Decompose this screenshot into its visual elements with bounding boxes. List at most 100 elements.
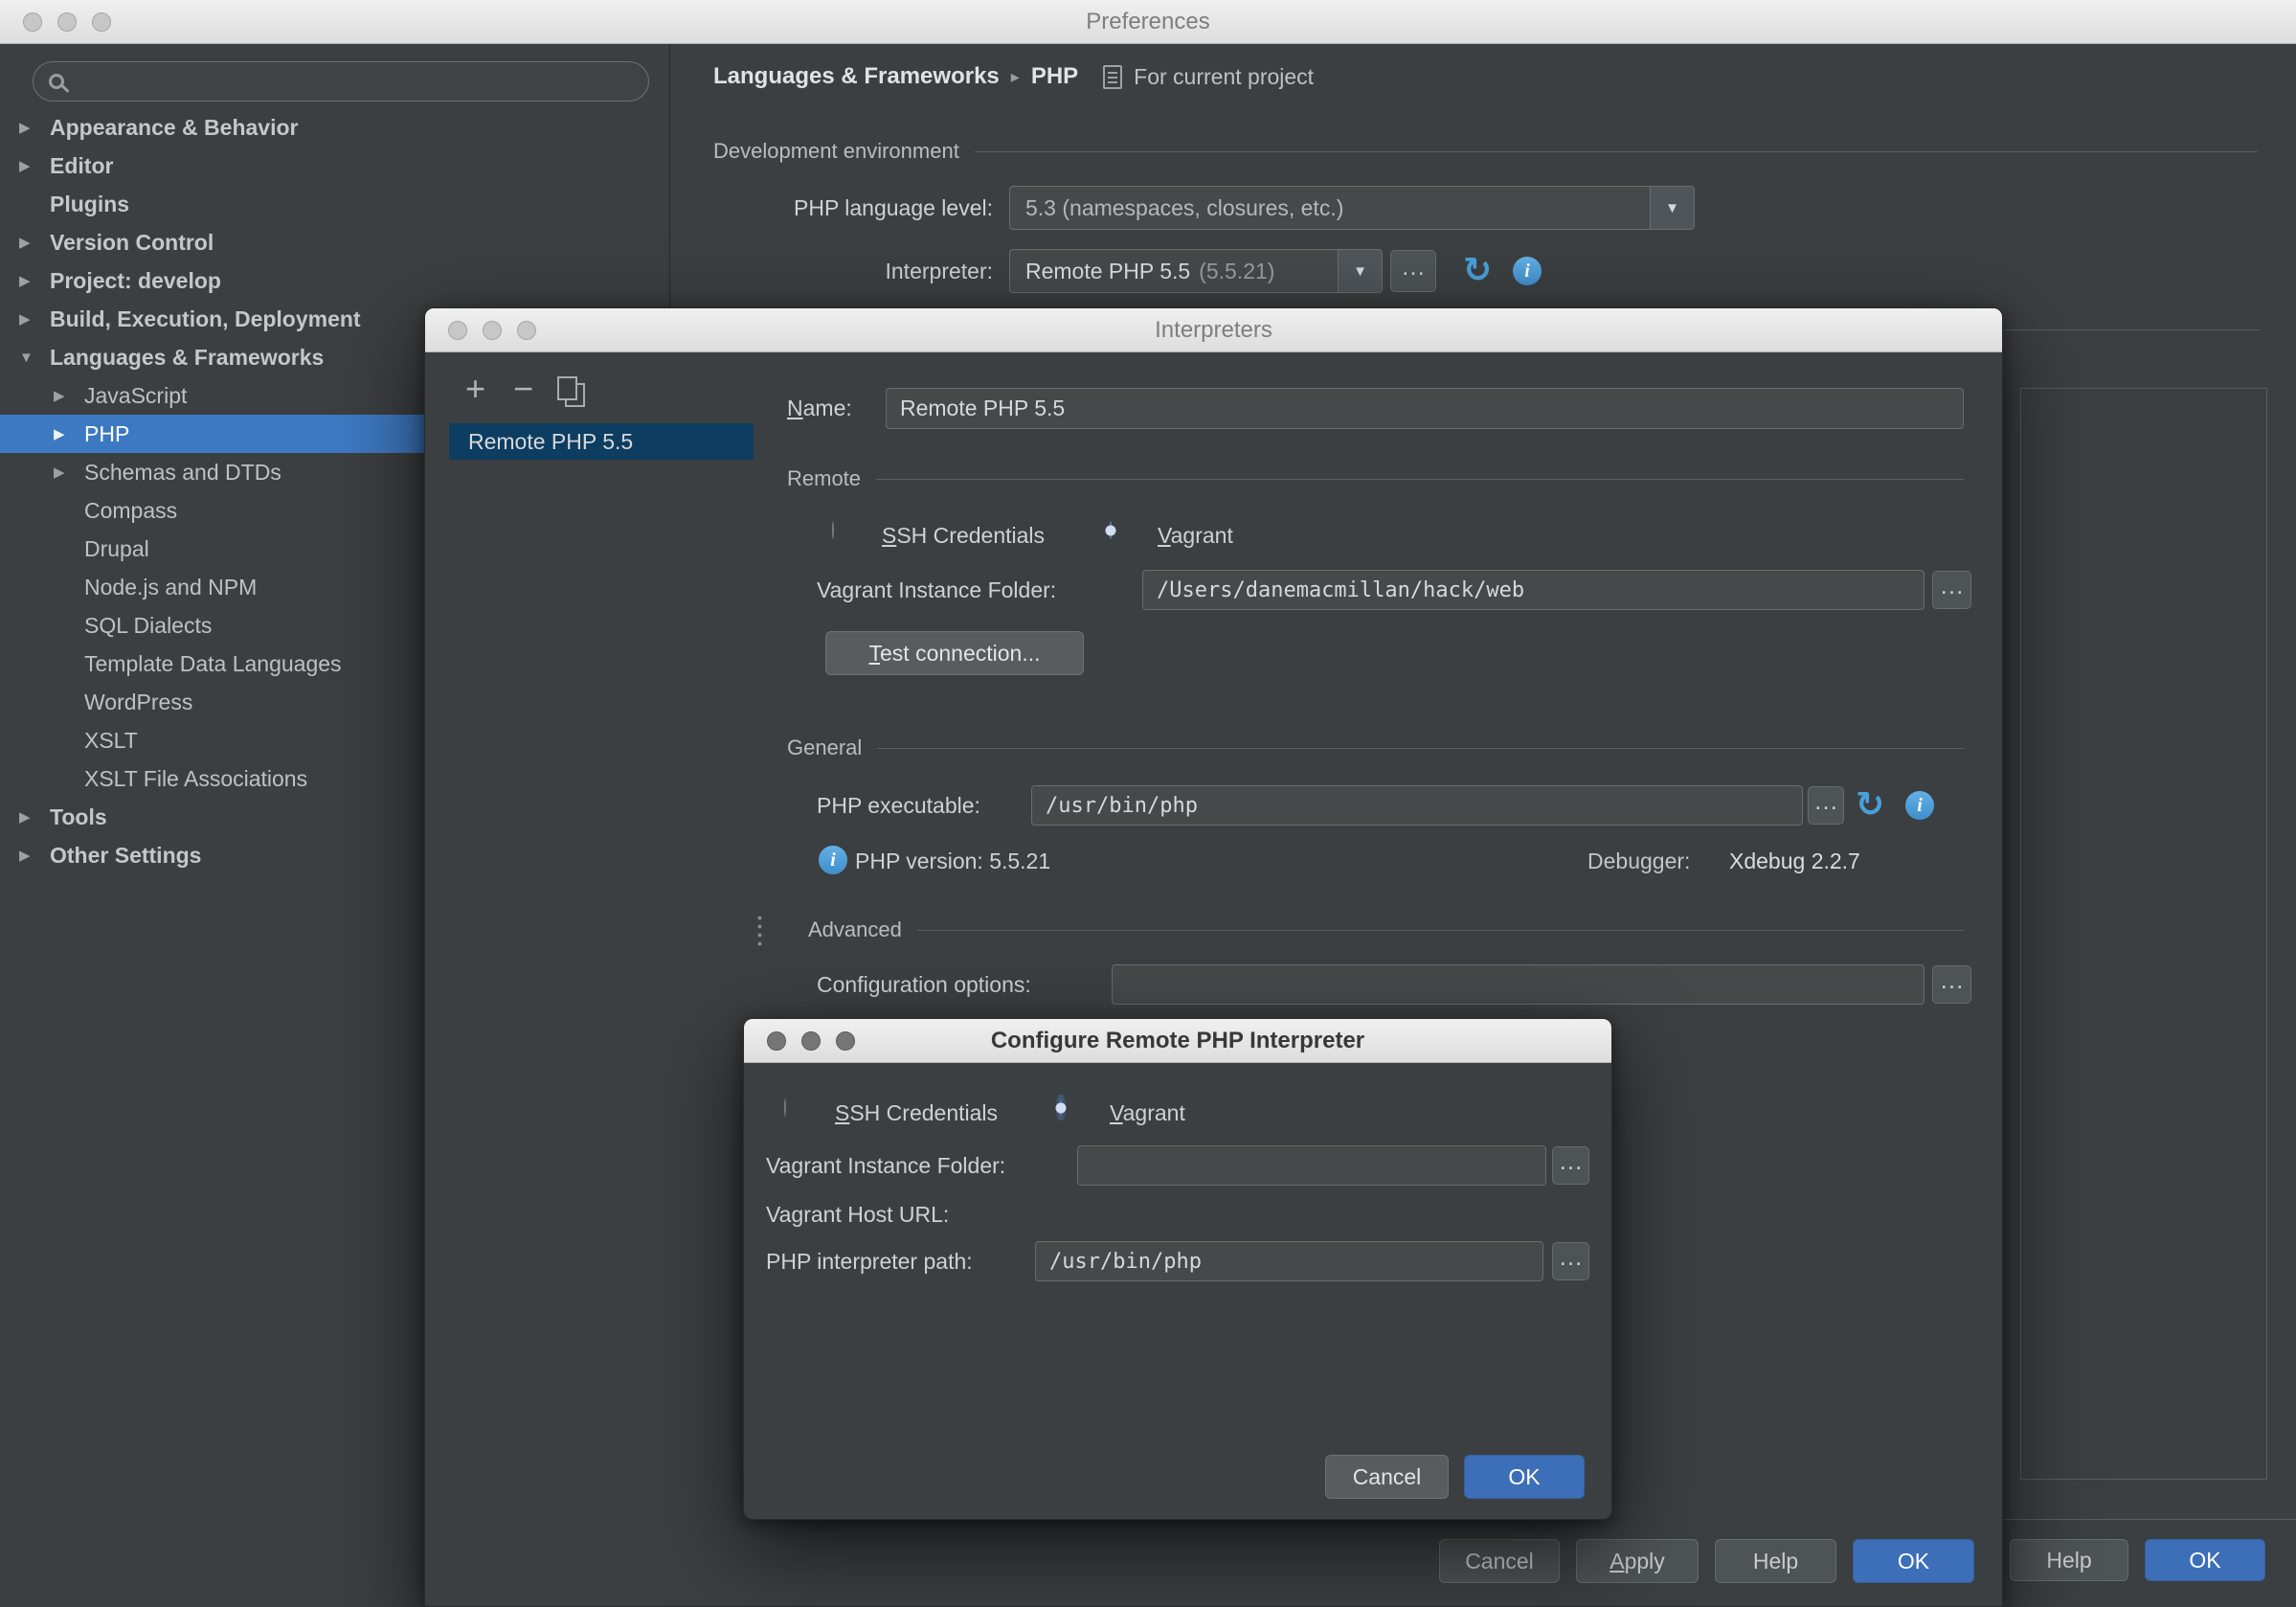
- php-executable-input[interactable]: /usr/bin/php: [1031, 785, 1803, 826]
- minimize-button[interactable]: [801, 1031, 821, 1051]
- test-connection-button[interactable]: Test connection...: [825, 631, 1084, 675]
- reload-php-info-icon[interactable]: ↻: [1856, 787, 1884, 822]
- configure-ok-button[interactable]: OK: [1464, 1455, 1585, 1499]
- name-input[interactable]: Remote PHP 5.5: [886, 388, 1964, 429]
- interpreter-select[interactable]: Remote PHP 5.5 (5.5.21) ▼: [1009, 249, 1383, 293]
- vagrant-radio[interactable]: [1110, 521, 1112, 539]
- sidebar-item-label: XSLT File Associations: [84, 766, 307, 792]
- vagrant-folder-input[interactable]: [1077, 1145, 1546, 1186]
- config-options-browse-button[interactable]: …: [1932, 965, 1971, 1004]
- interpreters-titlebar: Interpreters: [425, 308, 2002, 352]
- ssh-credentials-radio[interactable]: [832, 521, 834, 539]
- debugger-value: Xdebug 2.2.7: [1729, 847, 1860, 875]
- chevron-right-icon[interactable]: ▶: [54, 387, 84, 404]
- ellipsis-icon: …: [1559, 1242, 1584, 1272]
- language-level-select[interactable]: 5.3 (namespaces, closures, etc.) ▼: [1009, 186, 1695, 230]
- background-footer-line: [2003, 1519, 2296, 1520]
- config-options-input[interactable]: [1112, 964, 1925, 1005]
- interpreters-ok-button[interactable]: OK: [1853, 1539, 1974, 1583]
- ssh-credentials-label[interactable]: SSH Credentials: [835, 1100, 998, 1126]
- zoom-button[interactable]: [836, 1031, 855, 1051]
- general-section-label: General: [787, 736, 862, 760]
- general-section-header: General: [787, 736, 1964, 760]
- sidebar-item-editor[interactable]: ▶Editor: [0, 147, 669, 185]
- chevron-down-icon[interactable]: ▼: [1650, 187, 1694, 229]
- interpreters-cancel-button[interactable]: Cancel: [1439, 1539, 1560, 1583]
- interpreter-info-icon[interactable]: i: [1513, 257, 1542, 285]
- php-interpreter-path-input[interactable]: /usr/bin/php: [1035, 1241, 1543, 1281]
- chevron-right-icon[interactable]: ▶: [19, 808, 50, 826]
- chevron-right-icon[interactable]: ▶: [54, 464, 84, 481]
- screen: Preferences ▶Appearance & Behavior▶Edito…: [0, 0, 2296, 1607]
- chevron-right-icon[interactable]: ▶: [54, 425, 84, 442]
- sidebar-item-version-control[interactable]: ▶Version Control: [0, 223, 669, 261]
- php-version-info-icon[interactable]: i: [819, 846, 847, 874]
- zoom-button[interactable]: [92, 12, 111, 32]
- ellipsis-icon: …: [1559, 1146, 1584, 1176]
- chevron-right-icon[interactable]: ▶: [19, 310, 50, 328]
- close-button[interactable]: [448, 321, 467, 340]
- debugger-label: Debugger:: [1587, 847, 1690, 875]
- sidebar-item-plugins[interactable]: Plugins: [0, 185, 669, 223]
- sidebar-item-label: WordPress: [84, 690, 192, 715]
- project-scope-icon: [1103, 65, 1122, 89]
- sidebar-item-label: Editor: [50, 153, 113, 179]
- sidebar-item-label: Template Data Languages: [84, 651, 342, 677]
- chevron-right-icon[interactable]: ▶: [19, 234, 50, 251]
- remote-section-header: Remote: [787, 466, 1964, 491]
- vagrant-folder-label: Vagrant Instance Folder:: [817, 570, 1056, 610]
- ssh-credentials-label[interactable]: SSH Credentials: [882, 523, 1045, 549]
- zoom-button[interactable]: [517, 321, 536, 340]
- vagrant-folder-browse-button[interactable]: …: [1552, 1146, 1589, 1185]
- sidebar-item-label: Project: develop: [50, 268, 221, 294]
- breadcrumb: Languages & Frameworks ▸ PHP For current…: [713, 57, 1314, 97]
- main-help-button[interactable]: Help: [2010, 1539, 2128, 1581]
- configure-titlebar: Configure Remote PHP Interpreter: [744, 1019, 1611, 1063]
- chevron-down-icon[interactable]: ▼: [1338, 250, 1382, 292]
- sidebar-item-label: JavaScript: [84, 383, 187, 409]
- php-version-text: PHP version: 5.5.21: [855, 847, 1050, 875]
- search-box[interactable]: [33, 61, 649, 102]
- minimize-button[interactable]: [57, 12, 77, 32]
- sidebar-item-appearance-behavior[interactable]: ▶Appearance & Behavior: [0, 108, 669, 147]
- chevron-right-icon[interactable]: ▶: [19, 272, 50, 289]
- minimize-button[interactable]: [483, 321, 502, 340]
- breadcrumb-page: PHP: [1031, 63, 1078, 90]
- add-interpreter-icon[interactable]: +: [465, 372, 485, 406]
- search-input[interactable]: [64, 69, 648, 94]
- main-titlebar: Preferences: [0, 0, 2296, 44]
- interpreters-apply-button[interactable]: Apply: [1576, 1539, 1699, 1583]
- chevron-down-icon[interactable]: ▼: [19, 350, 50, 366]
- vagrant-folder-input[interactable]: /Users/danemacmillan/hack/web: [1142, 570, 1925, 610]
- configure-cancel-button[interactable]: Cancel: [1325, 1455, 1449, 1499]
- php-executable-browse-button[interactable]: …: [1808, 786, 1844, 825]
- name-label: Name:: [787, 388, 852, 429]
- interpreter-list-item[interactable]: Remote PHP 5.5: [449, 423, 754, 460]
- chevron-right-icon[interactable]: ▶: [19, 847, 50, 864]
- vagrant-label[interactable]: Vagrant: [1158, 523, 1233, 549]
- chevron-right-icon[interactable]: ▶: [19, 119, 50, 136]
- breadcrumb-section[interactable]: Languages & Frameworks: [713, 63, 1000, 90]
- ellipsis-icon: …: [1813, 786, 1838, 816]
- sidebar-item-label: Build, Execution, Deployment: [50, 306, 361, 332]
- vagrant-folder-browse-button[interactable]: …: [1932, 571, 1971, 609]
- vagrant-radio[interactable]: [1060, 1098, 1062, 1117]
- drag-handle-icon[interactable]: [755, 914, 764, 948]
- php-executable-info-icon[interactable]: i: [1905, 791, 1934, 820]
- interpreters-help-button[interactable]: Help: [1715, 1539, 1836, 1583]
- chevron-right-icon[interactable]: ▶: [19, 157, 50, 174]
- advanced-section-line: [917, 930, 1964, 931]
- close-button[interactable]: [767, 1031, 786, 1051]
- php-interpreter-path-browse-button[interactable]: …: [1552, 1242, 1589, 1280]
- remove-interpreter-icon[interactable]: −: [513, 372, 533, 406]
- ssh-credentials-radio[interactable]: [784, 1098, 786, 1117]
- vagrant-label[interactable]: Vagrant: [1110, 1100, 1185, 1126]
- sidebar-item-label: XSLT: [84, 728, 138, 754]
- close-button[interactable]: [23, 12, 42, 32]
- sidebar-item-project-develop[interactable]: ▶Project: develop: [0, 261, 669, 300]
- main-ok-button[interactable]: OK: [2145, 1539, 2265, 1581]
- interpreter-browse-button[interactable]: …: [1390, 250, 1436, 292]
- interpreters-dialog-title: Interpreters: [1155, 317, 1272, 344]
- reload-interpreters-icon[interactable]: ↻: [1463, 253, 1492, 287]
- interpreter-label: Interpreter:: [713, 249, 993, 293]
